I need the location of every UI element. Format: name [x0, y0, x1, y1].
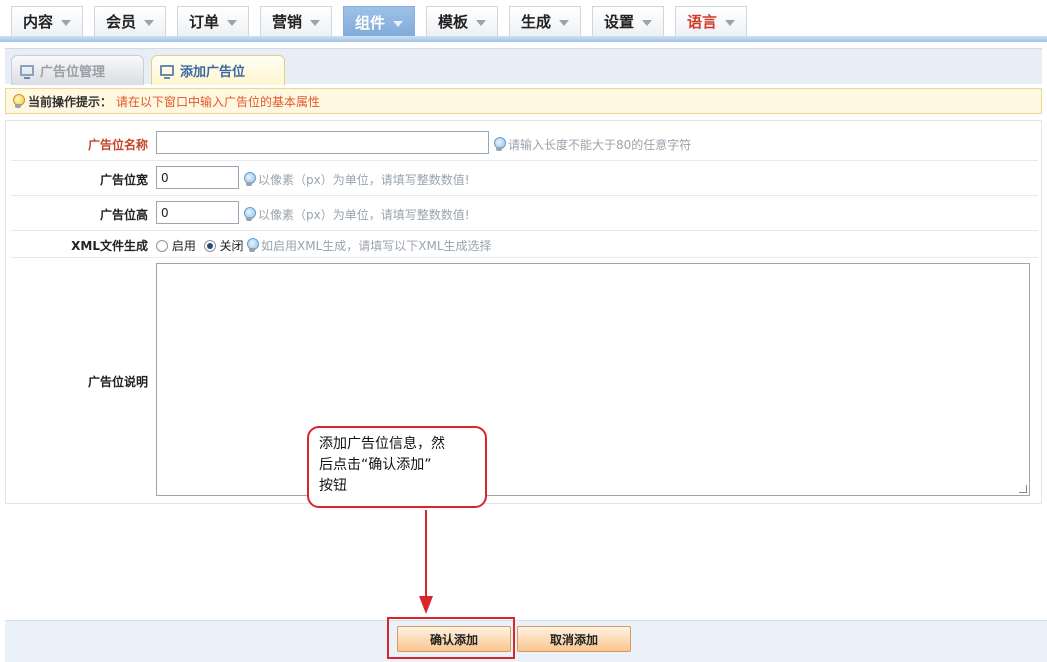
monitor-icon: [160, 65, 174, 79]
menu-item-generate[interactable]: 生成: [509, 6, 581, 36]
chevron-down-icon: [476, 19, 486, 26]
chevron-down-icon: [393, 20, 403, 27]
menu-item-templates[interactable]: 模板: [426, 6, 498, 36]
arrow-down-icon: [419, 596, 433, 614]
menu-label: 设置: [603, 13, 634, 31]
hint-xml: 如启用XML生成，请填写以下XML生成选择: [246, 237, 492, 254]
hint-name: 请输入长度不能大于80的任意字符: [493, 136, 691, 153]
callout-line: 按钮: [319, 478, 347, 494]
menu-item-order[interactable]: 订单: [177, 6, 249, 36]
menu-label: 会员: [105, 13, 136, 31]
confirm-highlight-box: [387, 617, 515, 659]
menu-divider-bar: [0, 36, 1047, 42]
ad-slot-form: 广告位名称 请输入长度不能大于80的任意字符 广告位宽 以像素（px）为单位，请…: [5, 120, 1042, 504]
hint-text: 以像素（px）为单位，请填写整数数值!: [258, 173, 470, 187]
monitor-icon: [20, 65, 34, 79]
menu-label: 营销: [271, 13, 302, 31]
menu-label: 内容: [22, 13, 53, 31]
chevron-down-icon: [642, 19, 652, 26]
resize-handle-icon[interactable]: [1019, 485, 1027, 493]
chevron-down-icon: [227, 19, 237, 26]
menu-label: 生成: [520, 13, 551, 31]
ad-slot-name-input[interactable]: [156, 131, 489, 154]
lightbulb-icon: [243, 207, 256, 222]
tab-label: 添加广告位: [180, 65, 246, 80]
menu-label: 模板: [437, 13, 468, 31]
lightbulb-icon: [243, 172, 256, 187]
ad-slot-width-input[interactable]: [156, 166, 239, 189]
ad-slot-description-textarea[interactable]: [156, 263, 1030, 496]
lightbulb-icon: [246, 238, 259, 253]
menu-label: 语言: [686, 13, 717, 31]
chevron-down-icon: [310, 19, 320, 26]
row-width: 广告位宽 以像素（px）为单位，请填写整数数值!: [11, 161, 1038, 196]
tip-text: 请在以下窗口中输入广告位的基本属性: [116, 94, 321, 109]
tip-label: 当前操作提示：: [28, 94, 113, 109]
label-ad-slot-height: 广告位高: [99, 208, 148, 222]
hint-text: 如启用XML生成，请填写以下XML生成选择: [261, 239, 492, 253]
xml-disable-radio[interactable]: [203, 239, 216, 252]
lightbulb-icon: [12, 93, 25, 109]
label-ad-slot-width: 广告位宽: [99, 173, 148, 187]
form-body: 广告位名称 请输入长度不能大于80的任意字符 广告位宽 以像素（px）为单位，请…: [11, 126, 1038, 500]
label-xml-generate: XML文件生成: [71, 239, 148, 253]
callout-line: 后点击“确认添加”: [319, 457, 432, 473]
hint-text: 以像素（px）为单位，请填写整数数值!: [258, 208, 470, 222]
menu-item-language[interactable]: 语言: [675, 6, 747, 36]
hint-text: 请输入长度不能大于80的任意字符: [508, 138, 692, 152]
label-ad-slot-description: 广告位说明: [87, 375, 148, 389]
instruction-callout: 添加广告位信息，然 后点击“确认添加” 按钮: [307, 426, 487, 508]
ad-slot-height-input[interactable]: [156, 201, 239, 224]
xml-radio-group: 启用 关闭: [156, 237, 244, 254]
top-menu: 内容 会员 订单 营销 组件 模板 生成 设置 语言: [0, 0, 1047, 42]
row-height: 广告位高 以像素（px）为单位，请填写整数数值!: [11, 196, 1038, 231]
chevron-down-icon: [144, 19, 154, 26]
xml-enable-label: 启用: [171, 239, 196, 253]
xml-enable-radio[interactable]: [156, 239, 168, 252]
hint-width: 以像素（px）为单位，请填写整数数值!: [243, 171, 470, 188]
row-xml: XML文件生成 启用 关闭 如启用XML生成，请填写以下XML生成选择: [11, 231, 1038, 258]
cancel-add-button[interactable]: 取消添加: [517, 626, 631, 652]
chevron-down-icon: [61, 19, 71, 26]
menu-item-components[interactable]: 组件: [343, 6, 415, 38]
chevron-down-icon: [559, 19, 569, 26]
callout-line: 添加广告位信息，然: [319, 436, 445, 452]
callout-arrow: [425, 510, 427, 602]
tab-strip: 广告位管理 添加广告位: [5, 48, 1042, 85]
menu-item-settings[interactable]: 设置: [592, 6, 664, 36]
operation-tip-bar: 当前操作提示： 请在以下窗口中输入广告位的基本属性: [5, 88, 1042, 114]
tab-ad-slot-manage[interactable]: 广告位管理: [11, 55, 144, 85]
tab-label: 广告位管理: [40, 65, 106, 80]
menu-item-member[interactable]: 会员: [94, 6, 166, 36]
menu-item-content[interactable]: 内容: [11, 6, 83, 36]
lightbulb-icon: [493, 137, 506, 152]
row-name: 广告位名称 请输入长度不能大于80的任意字符: [11, 126, 1038, 161]
hint-height: 以像素（px）为单位，请填写整数数值!: [243, 206, 470, 223]
menu-label: 订单: [188, 13, 219, 31]
label-ad-slot-name: 广告位名称: [87, 138, 148, 152]
chevron-down-icon: [725, 19, 735, 26]
xml-disable-label: 关闭: [219, 239, 244, 253]
tab-add-ad-slot[interactable]: 添加广告位: [151, 55, 285, 85]
menu-label: 组件: [354, 14, 385, 32]
menu-item-marketing[interactable]: 营销: [260, 6, 332, 36]
